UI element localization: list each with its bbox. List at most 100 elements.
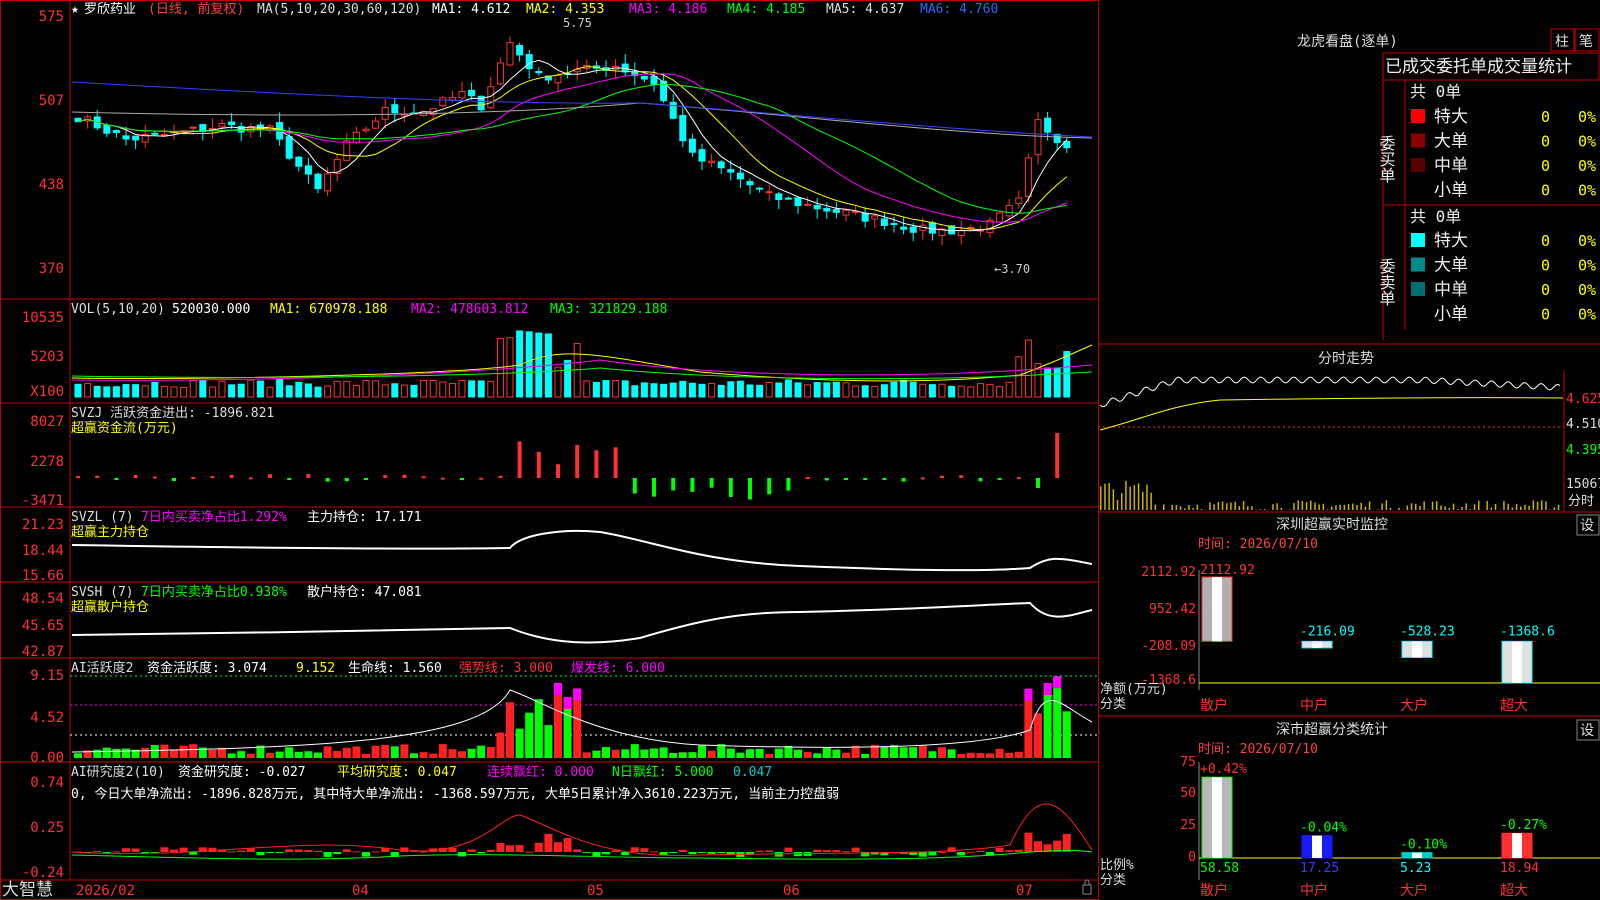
ma4-value: MA4: 4.185: [727, 2, 805, 17]
low-price-mark: ←3.70: [994, 262, 1030, 276]
candle-body: [900, 226, 908, 230]
buy-row-percent: 0%: [1578, 133, 1596, 151]
activity-bar: [410, 753, 418, 758]
buy-row-name: 中单: [1434, 156, 1468, 176]
intraday-volume-bar: [1457, 509, 1459, 510]
research-bar: [995, 847, 1004, 852]
stock-name[interactable]: 罗欣药业: [84, 2, 136, 17]
research-bar: [1062, 834, 1071, 852]
intraday-volume-bar: [1486, 500, 1488, 510]
volume-bar: [909, 381, 917, 398]
tab-volume-stats[interactable]: 成交量统计: [1487, 57, 1572, 77]
research-bar: [170, 849, 178, 852]
intraday-volume-bar: [1213, 504, 1215, 510]
research-bar: [640, 848, 649, 852]
candlestick-series: [74, 36, 1071, 246]
research-bar: [93, 851, 102, 853]
volume-bar: [535, 332, 543, 398]
sz-ylabel: 净额(万元): [1100, 682, 1168, 697]
price-axis: 575 507 438 370: [39, 9, 64, 277]
research-bar: [515, 845, 524, 852]
fund-flow-bar: [786, 478, 791, 491]
ma6-value: MA6: 4.760: [920, 2, 998, 17]
buy-total: 共 0单: [1410, 82, 1461, 101]
lock-icon[interactable]: [1082, 884, 1092, 895]
candle-body: [151, 132, 159, 135]
intraday-volume-bar: [1121, 493, 1123, 510]
adjust-mode[interactable]: (日线, 前复权): [148, 1, 244, 17]
svzl-axis: 21.23 18.44 15.66: [22, 517, 64, 584]
activity-bar: [794, 749, 802, 758]
candle-body: [189, 126, 197, 129]
candle-body: [736, 172, 744, 180]
volume-bar: [400, 384, 408, 398]
svg-text:21.23: 21.23: [22, 517, 64, 533]
volume-bar: [727, 381, 735, 398]
buy-row-name: 小单: [1434, 181, 1468, 201]
candle-body: [304, 165, 312, 175]
intraday-vol-max: 15067: [1566, 477, 1600, 492]
volume-bar: [141, 385, 149, 398]
svsh-subtitle: 超赢散户持仓: [71, 599, 149, 615]
intraday-volume-bar: [1104, 483, 1106, 510]
volume-bar: [218, 380, 226, 398]
activity-bar: [160, 744, 169, 758]
volume-bar: [832, 381, 840, 398]
activity-bar: [842, 752, 850, 758]
fund-flow-bar: [575, 444, 580, 478]
research-bar: [342, 849, 351, 852]
volume-bar: [314, 386, 322, 398]
intraday-volume-bar: [1129, 486, 1131, 510]
research-bar: [784, 847, 793, 852]
volume-bar: [813, 382, 821, 398]
fund-flow-bar: [210, 476, 215, 479]
tab-executed[interactable]: 已成交: [1385, 57, 1436, 77]
activity-bar: [957, 753, 966, 758]
volume-bar: [736, 380, 744, 398]
date-tick: 06: [783, 883, 800, 899]
research-bar: [966, 851, 975, 853]
ai1-v1: 资金活跃度: 3.074: [147, 660, 267, 676]
activity-bar: [285, 747, 294, 758]
research-bar: [102, 852, 111, 853]
ai2-v4: N日飘红: 5.000: [612, 764, 714, 780]
fund-flow-bar: [344, 478, 349, 482]
activity-bar: [237, 751, 246, 758]
volume-bar: [228, 384, 236, 398]
volume-bar: [679, 380, 687, 398]
research-bar: [448, 847, 457, 852]
activity-bar: [333, 750, 342, 758]
fund-flow-bar: [95, 475, 100, 478]
volume-bar: [631, 385, 639, 398]
svg-text:5203: 5203: [30, 349, 64, 365]
intraday-volume-bar: [1478, 500, 1480, 510]
intraday-volume-bar: [1423, 501, 1425, 510]
activity-bar: [314, 752, 322, 758]
intraday-volume-bar: [1415, 503, 1417, 510]
intraday-volume-bar: [1280, 507, 1283, 510]
candle-body: [103, 124, 111, 134]
intraday-volume-bar: [1234, 501, 1236, 510]
research-bar: [189, 852, 198, 855]
research-bar: [822, 850, 831, 852]
svzj-axis: 8027 2278 -3471: [22, 414, 64, 509]
research-bar: [112, 851, 121, 853]
fund-flow-bar: [498, 475, 503, 478]
tab-orders[interactable]: 委托单: [1436, 57, 1487, 77]
candle-body: [516, 45, 524, 56]
fund-flow-bar: [1036, 478, 1040, 488]
intraday-volume-bar: [1326, 509, 1329, 510]
volume-bar: [1015, 356, 1023, 398]
volume-bar: [698, 383, 706, 398]
fund-flow-bar: [959, 475, 964, 478]
sell-row-percent: 0%: [1578, 281, 1596, 299]
research-bar: [179, 847, 188, 852]
sz-bar: [1201, 576, 1233, 642]
volume-bar: [256, 380, 264, 398]
ai2-v3: 连续飘红: 0.000: [487, 764, 594, 780]
intraday-volume-bar: [1297, 500, 1299, 510]
intraday-volume-bar: [1163, 504, 1165, 510]
volume-bar: [1005, 381, 1013, 398]
research-bar: [467, 849, 476, 852]
activity-bar: [544, 725, 553, 758]
